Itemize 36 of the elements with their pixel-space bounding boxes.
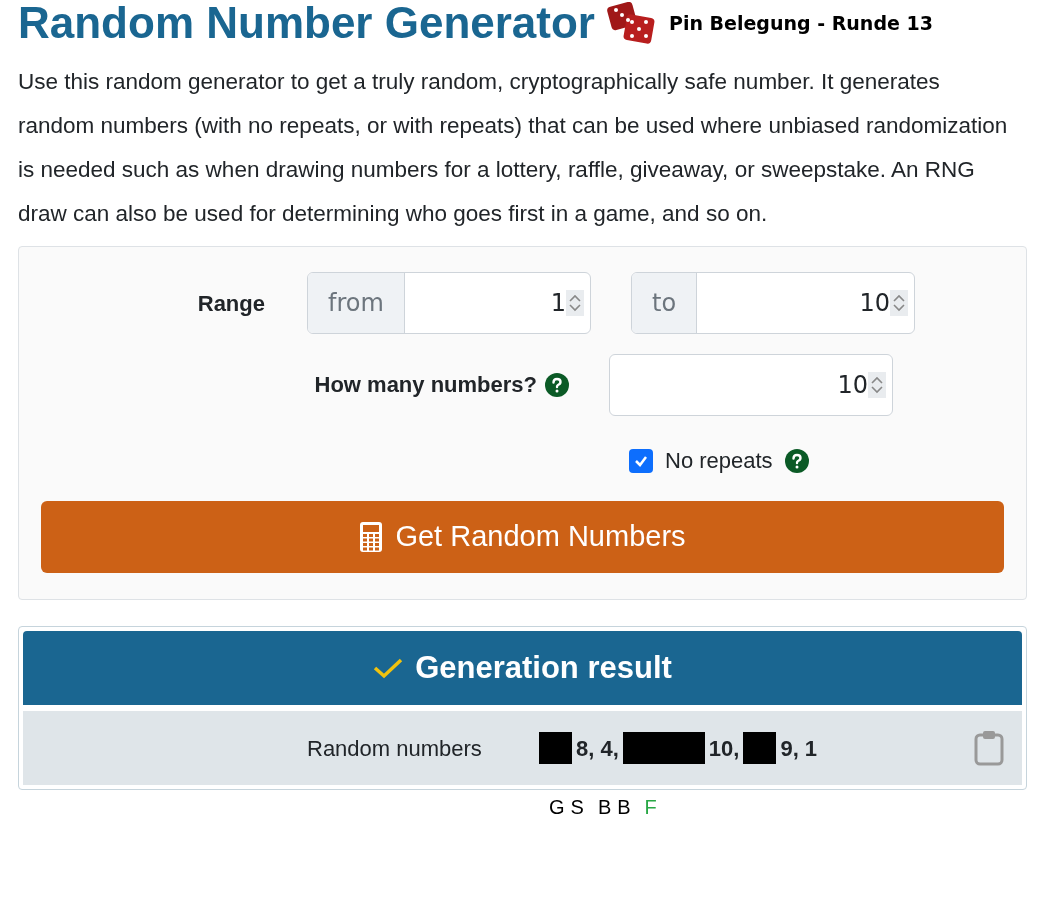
spinner-icon[interactable] [868, 372, 886, 398]
field-value: 1 [550, 288, 566, 319]
result-title: Generation result [415, 648, 672, 687]
help-icon[interactable] [784, 448, 809, 473]
intro-paragraph: Use this random generator to get a truly random, cryptographically safe number. It generates random numbers (with no repeats, or with repeats) that can be used where unbiased randomization is needed such as when drawing numbers for a lottery, raffle, giveaway, or sweepstake. An RNG draw can also be used for determining who goes first in a game, and so on. [18, 68, 1009, 228]
count-label: How many numbers? [314, 371, 537, 399]
result-number: 8, 4, [576, 734, 619, 763]
field-value: 10 [859, 288, 890, 319]
help-icon[interactable] [545, 372, 569, 397]
round-label: Pin Belegung - Runde 13 [669, 10, 933, 36]
spinner-icon[interactable] [566, 290, 584, 316]
field-addon: from [308, 273, 405, 333]
legend-letter: S [570, 795, 584, 820]
result-number: 9, 1 [780, 734, 818, 763]
result-label: Random numbers [307, 734, 483, 763]
spinner-icon[interactable] [890, 290, 908, 316]
field-value: 10 [837, 370, 868, 401]
number-field[interactable]: 10 [609, 354, 893, 416]
checkbox-label: No repeats [665, 447, 773, 475]
legend-letter: G [549, 795, 565, 820]
result-number: 10, [708, 734, 740, 763]
generate-button[interactable]: Get Random Numbers [41, 501, 1004, 573]
number-field[interactable]: from 1 [307, 272, 591, 334]
clipboard-icon[interactable] [974, 730, 1004, 766]
page-title: Random Number Generator [18, 1, 595, 45]
redaction-block [539, 732, 572, 764]
range-label: Range [196, 289, 266, 318]
number-field[interactable]: to 10 [631, 272, 915, 334]
checkbox[interactable] [629, 448, 653, 473]
legend-letter: B [617, 795, 631, 820]
legend-letter: F [644, 795, 657, 820]
redaction-block [743, 732, 777, 764]
field-addon: to [632, 273, 698, 333]
check-icon [373, 657, 404, 679]
calculator-icon [359, 521, 384, 553]
legend-letter: B [597, 795, 612, 820]
